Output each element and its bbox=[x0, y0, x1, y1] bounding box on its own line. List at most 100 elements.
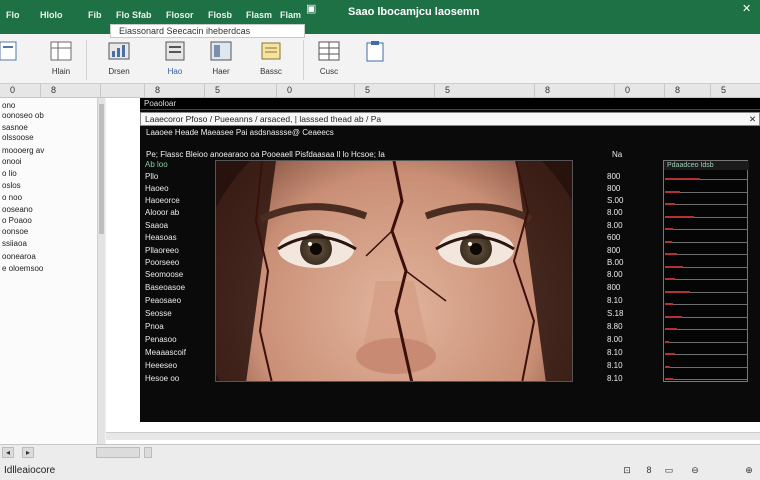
column-header[interactable]: 5 bbox=[204, 84, 276, 97]
row-label: Peaosaeo bbox=[145, 296, 182, 305]
menu-item-4[interactable]: Flo Sfab bbox=[116, 10, 152, 20]
report-caption-text: Laaecoror Pfoso / Pueeanns / arsaced, | … bbox=[145, 114, 382, 124]
close-caption-icon[interactable]: ✕ bbox=[749, 114, 756, 125]
row-label: Poorseeo bbox=[145, 258, 180, 267]
sheet-nav-button[interactable]: ▸ bbox=[22, 447, 35, 458]
list-item[interactable]: onooi bbox=[2, 157, 22, 166]
horizontal-scrollbar[interactable] bbox=[106, 432, 760, 440]
grid-line bbox=[665, 254, 748, 255]
grid-line bbox=[665, 341, 748, 343]
menu-item-3[interactable]: Fib bbox=[88, 10, 102, 20]
row-value: 800 bbox=[607, 184, 621, 193]
bar-mark bbox=[665, 278, 675, 280]
row-value: 800 bbox=[607, 283, 621, 292]
bar-mark bbox=[665, 265, 683, 268]
column-header[interactable]: 8 bbox=[40, 84, 100, 97]
list-item[interactable]: o noo bbox=[2, 193, 22, 202]
value-column-header: Na bbox=[612, 150, 623, 159]
column-header[interactable]: 0 bbox=[614, 84, 664, 97]
list-item[interactable]: o lio bbox=[2, 169, 17, 178]
status-bar: ◂ ▸ Idlleaiocore ⊡ 8 ▭ ⊖ ⊕ bbox=[0, 444, 760, 480]
ribbon-button-cases[interactable]: Cusc bbox=[306, 38, 352, 82]
ribbon-button-notes[interactable]: Bassc bbox=[248, 38, 294, 82]
bar-mark bbox=[665, 353, 675, 355]
list-item[interactable]: olssoose bbox=[2, 133, 34, 142]
menu-item-1[interactable]: Flo bbox=[6, 10, 20, 20]
list-item[interactable]: oonoseo ob bbox=[2, 111, 44, 120]
bar-mark bbox=[665, 340, 669, 343]
grid-line bbox=[665, 304, 748, 305]
list-item[interactable]: moooerg av bbox=[2, 146, 44, 155]
list-item[interactable]: oonearoa bbox=[2, 252, 36, 261]
row-label: Pllaoreeo bbox=[145, 246, 179, 255]
view-page-icon[interactable]: 8 bbox=[642, 464, 656, 476]
menu-item-5[interactable]: Flosor bbox=[166, 10, 194, 20]
row-value: 8.00 bbox=[607, 208, 623, 217]
bar-mark bbox=[665, 178, 700, 180]
ribbon-label-insert: Hlain bbox=[51, 67, 71, 76]
menu-item-8[interactable]: Flam bbox=[280, 10, 301, 20]
list-item[interactable]: oslos bbox=[2, 181, 21, 190]
menu-item-7[interactable]: Flasm bbox=[246, 10, 272, 20]
ribbon-button-new[interactable] bbox=[0, 38, 32, 82]
bar-mark bbox=[665, 228, 673, 230]
column-header[interactable]: 0 bbox=[276, 84, 354, 97]
report-header-cell: Poaoloar bbox=[144, 99, 177, 108]
list-item[interactable]: ono bbox=[2, 101, 15, 110]
document-title-field[interactable]: Eiassonard Seecacin iheberdcas bbox=[110, 24, 305, 38]
ribbon-button-insert[interactable]: Hlain bbox=[38, 38, 84, 82]
list-item[interactable]: sasnoe bbox=[2, 123, 28, 132]
ribbon-button-draw[interactable]: Drsen bbox=[96, 38, 142, 82]
bar-mark bbox=[665, 290, 690, 293]
sheet-nav-button[interactable]: ◂ bbox=[2, 447, 15, 458]
sheet-tab[interactable] bbox=[96, 447, 140, 458]
list-item[interactable]: oonsoe bbox=[2, 227, 28, 236]
status-text: Idlleaiocore bbox=[4, 465, 56, 476]
menu-item-6[interactable]: Flosb bbox=[208, 10, 232, 20]
list-item[interactable]: e oloemsoo bbox=[2, 264, 43, 273]
row-label: Heasoas bbox=[145, 233, 177, 242]
chart-icon bbox=[108, 42, 130, 60]
column-header[interactable]: 5 bbox=[434, 84, 534, 97]
ribbon-button-list[interactable]: Hao bbox=[152, 38, 198, 82]
ribbon-label-list: Hao bbox=[167, 67, 183, 76]
ribbon-button-view[interactable]: Haer bbox=[198, 38, 244, 82]
column-header[interactable]: 0 bbox=[0, 84, 40, 97]
vertical-scrollbar[interactable] bbox=[97, 98, 105, 444]
list-item[interactable]: ooseano bbox=[2, 205, 33, 214]
column-header[interactable]: 5 bbox=[354, 84, 434, 97]
view-normal-icon[interactable]: ⊡ bbox=[620, 464, 634, 476]
report-caption[interactable]: Laaecoror Pfoso / Pueeanns / arsaced, | … bbox=[140, 112, 760, 126]
column-header[interactable]: 8 bbox=[664, 84, 710, 97]
list-item[interactable]: ssiiaoa bbox=[2, 239, 27, 248]
scrollbar-thumb[interactable] bbox=[99, 104, 104, 234]
row-value: S.18 bbox=[607, 309, 624, 318]
sheet-tab[interactable] bbox=[144, 447, 152, 458]
row-label: Ab loo bbox=[145, 160, 168, 169]
column-header[interactable] bbox=[100, 84, 144, 97]
bar-mark bbox=[665, 203, 675, 205]
row-label: Saaoa bbox=[145, 221, 169, 230]
close-icon[interactable]: ✕ bbox=[742, 3, 751, 15]
ribbon-button-paste[interactable] bbox=[352, 38, 398, 82]
ribbon: Hlain Drsen Hao Haer Bassc Cusc bbox=[0, 34, 760, 84]
zoom-in-icon[interactable]: ⊕ bbox=[742, 464, 756, 476]
ribbon-separator bbox=[303, 40, 304, 80]
view-layout-icon[interactable]: ▭ bbox=[662, 464, 676, 476]
row-label: Baseoasoe bbox=[145, 283, 186, 292]
row-value: S.00 bbox=[607, 196, 624, 205]
column-header[interactable]: 8 bbox=[144, 84, 204, 97]
column-header[interactable]: 5 bbox=[710, 84, 760, 97]
row-label: Pnoa bbox=[145, 322, 164, 331]
zoom-out-icon[interactable]: ⊖ bbox=[688, 464, 702, 476]
row-label: Seosse bbox=[145, 309, 172, 318]
list-item[interactable]: o Poaoo bbox=[2, 216, 32, 225]
menu-item-2[interactable]: Hlolo bbox=[40, 10, 63, 20]
column-header[interactable]: 8 bbox=[534, 84, 614, 97]
row-value: 8.80 bbox=[607, 322, 623, 331]
grid-line bbox=[665, 204, 748, 205]
clipboard-icon bbox=[366, 41, 384, 62]
ribbon-separator bbox=[86, 40, 87, 80]
row-value: 800 bbox=[607, 172, 621, 181]
bar-grid-panel: Pdaadceo Idsb bbox=[663, 160, 749, 382]
